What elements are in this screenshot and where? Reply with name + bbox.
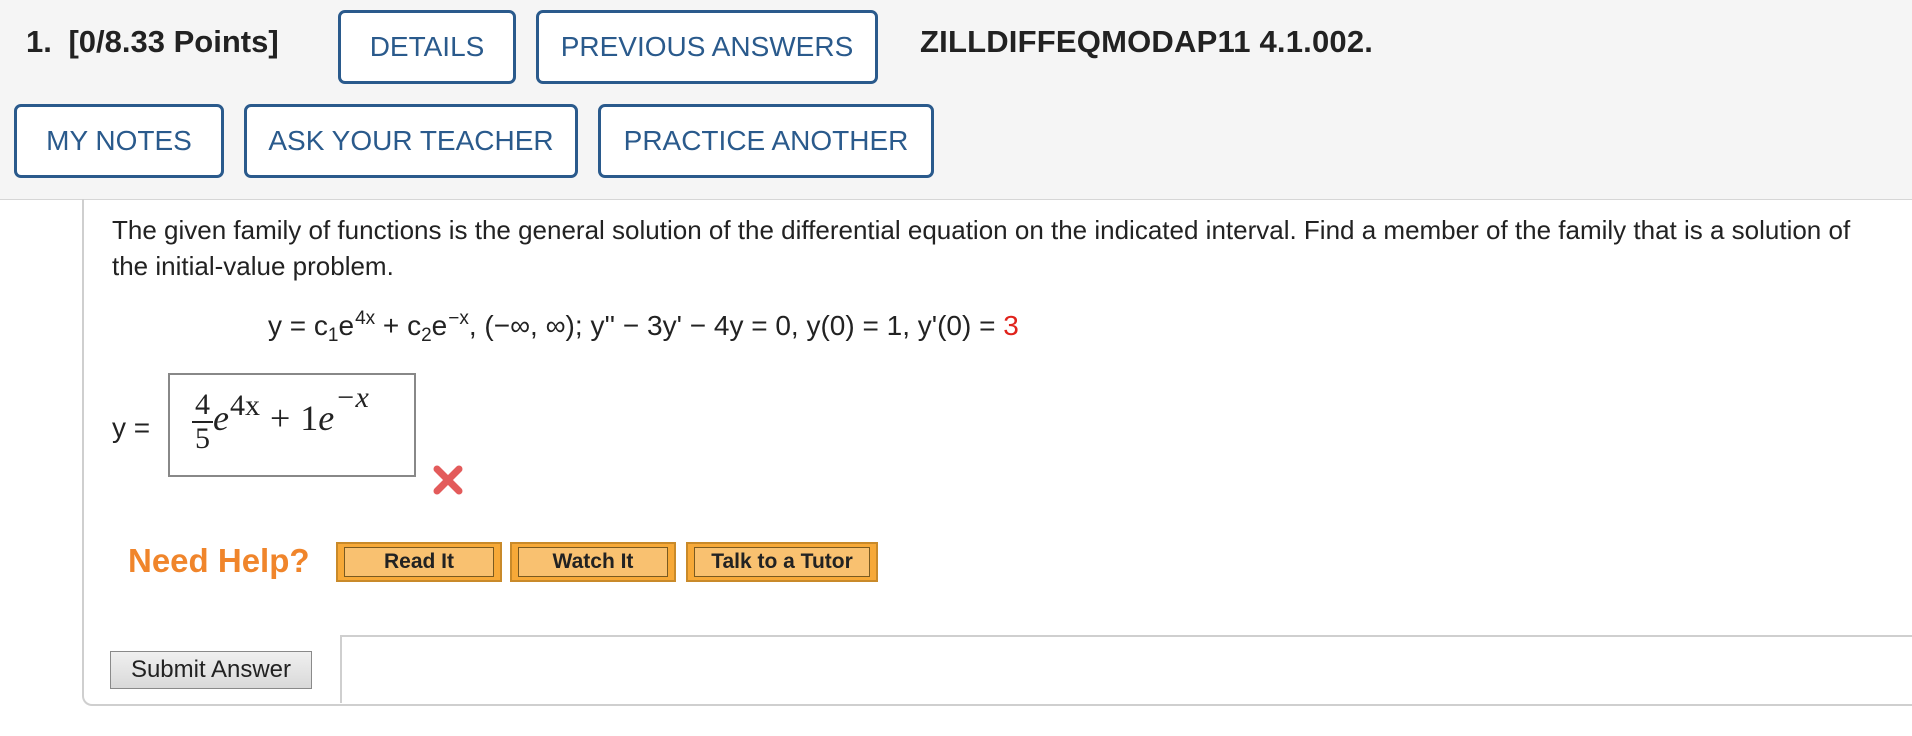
x-mark-icon: [433, 465, 463, 495]
answer-coef2: 1: [300, 398, 319, 438]
talk-to-tutor-button[interactable]: Talk to a Tutor: [686, 542, 878, 582]
eq-lhs: y = c: [268, 310, 328, 341]
answer-e1: e: [213, 398, 229, 438]
points-label: [0/8.33 Points]: [68, 24, 279, 59]
answer-exp2: −x: [335, 381, 369, 414]
eq-sub1: 1: [327, 325, 339, 346]
watch-it-label: Watch It: [518, 547, 668, 577]
question-number: 1.: [26, 24, 52, 59]
my-notes-button[interactable]: MY NOTES: [14, 104, 224, 178]
need-help-label: Need Help?: [128, 542, 310, 579]
answer-input[interactable]: 4 5 e 4x + 1 e −x: [168, 373, 416, 477]
question-header: 1. [0/8.33 Points] DETAILS PREVIOUS ANSW…: [0, 0, 1912, 200]
details-button[interactable]: DETAILS: [338, 10, 516, 84]
eq-highlight-value: 3: [1003, 310, 1019, 341]
divider-corner: [340, 635, 342, 703]
answer-e2: e: [318, 398, 335, 438]
fraction-denominator: 5: [195, 422, 210, 455]
practice-another-button[interactable]: PRACTICE ANOTHER: [598, 104, 934, 178]
answer-fraction: 4 5: [192, 389, 213, 455]
eq-e2: e: [431, 310, 448, 341]
submit-answer-button[interactable]: Submit Answer: [110, 651, 312, 689]
ask-your-teacher-button[interactable]: ASK YOUR TEACHER: [244, 104, 578, 178]
answer-math: 4 5 e 4x + 1 e −x: [192, 381, 369, 455]
answer-label: y =: [112, 412, 151, 443]
fraction-numerator: 4: [195, 388, 210, 421]
eq-sub2: 2: [421, 325, 432, 346]
problem-code: ZILLDIFFEQMODAP11 4.1.002.: [920, 24, 1374, 59]
eq-exp1: 4x: [355, 308, 376, 329]
answer-plus: +: [269, 398, 291, 438]
previous-answers-button[interactable]: PREVIOUS ANSWERS: [536, 10, 878, 84]
problem-prompt: The given family of functions is the gen…: [112, 215, 1851, 281]
watch-it-button[interactable]: Watch It: [510, 542, 676, 582]
eq-exp2: −x: [448, 308, 469, 329]
answer-exp1: 4x: [229, 389, 260, 422]
eq-rest: , (−∞, ∞); y'' − 3y' − 4y = 0, y(0) = 1,…: [468, 310, 1004, 341]
eq-e1: e: [338, 310, 355, 341]
read-it-label: Read It: [344, 547, 494, 577]
problem-equation: y = c1e4x + c2e−x, (−∞, ∞); y'' − 3y' − …: [268, 308, 1019, 347]
divider-line: [340, 635, 1912, 637]
talk-to-tutor-label: Talk to a Tutor: [694, 547, 870, 577]
question-title: 1. [0/8.33 Points]: [26, 24, 279, 60]
eq-plus: + c: [375, 310, 422, 341]
read-it-button[interactable]: Read It: [336, 542, 502, 582]
